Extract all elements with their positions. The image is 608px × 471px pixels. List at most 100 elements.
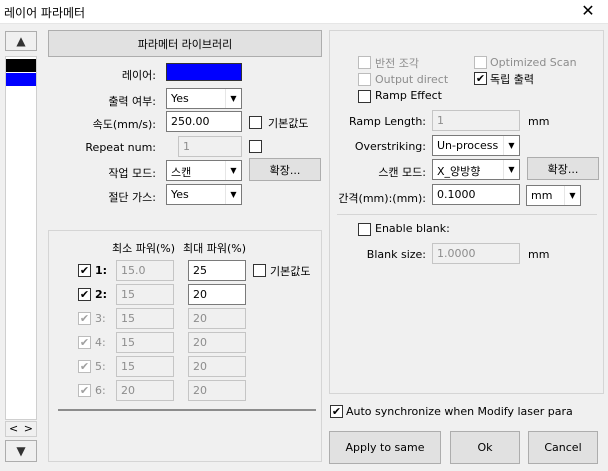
power-default-checkbox[interactable] xyxy=(253,264,266,277)
min-power-input[interactable]: 20 xyxy=(116,380,174,401)
chevron-down-icon: ▼ xyxy=(564,186,580,205)
max-power-input[interactable]: 20 xyxy=(188,284,246,305)
arrow-down-icon: ▼ xyxy=(16,444,26,458)
scan-expand-button[interactable]: 확장... xyxy=(527,157,599,180)
ramp-effect-label: Ramp Effect xyxy=(375,89,442,102)
close-icon[interactable]: ✕ xyxy=(578,1,598,21)
repeat-checkbox[interactable] xyxy=(249,140,262,153)
power-row-label: 6: xyxy=(95,384,106,397)
cancel-button[interactable]: Cancel xyxy=(528,431,598,464)
power-row-label: 4: xyxy=(95,336,106,349)
min-power-input[interactable]: 15 xyxy=(116,332,174,353)
scroll-right-icon[interactable]: > xyxy=(24,422,33,435)
auto-sync-checkbox[interactable]: ✔ xyxy=(330,405,343,418)
output-select[interactable]: Yes ▼ xyxy=(166,88,242,109)
gas-value: Yes xyxy=(171,188,189,201)
speed-default-checkbox[interactable] xyxy=(249,116,262,129)
ramp-length-unit: mm xyxy=(528,115,550,128)
chevron-down-icon: ▼ xyxy=(503,160,519,179)
repeat-input[interactable]: 1 xyxy=(178,136,242,157)
divider xyxy=(58,409,316,411)
scan-mode-label: 스캔 모드: xyxy=(378,166,426,179)
blank-size-unit: mm xyxy=(528,248,550,261)
parameter-library-button[interactable]: 파라메터 라이브러리 xyxy=(48,30,322,57)
independent-output-checkbox[interactable]: ✔ xyxy=(474,72,487,85)
output-label: 출력 여부: xyxy=(108,95,156,108)
ok-button[interactable]: Ok xyxy=(450,431,520,464)
optimized-scan-label: Optimized Scan xyxy=(490,56,577,69)
ramp-length-label: Ramp Length: xyxy=(349,115,426,128)
gas-select[interactable]: Yes ▼ xyxy=(166,184,242,205)
optimized-scan-checkbox[interactable] xyxy=(474,56,487,69)
power-row-label: 3: xyxy=(95,312,106,325)
overstriking-value: Un-process xyxy=(437,139,499,152)
enable-blank-checkbox[interactable] xyxy=(358,223,371,236)
ramp-effect-checkbox[interactable] xyxy=(358,90,371,103)
layer-color-swatch[interactable] xyxy=(166,63,242,81)
scroll-left-icon[interactable]: < xyxy=(9,422,18,435)
layer-swatch-black[interactable] xyxy=(6,59,36,72)
overstriking-label: Overstriking: xyxy=(354,140,426,153)
blank-size-input[interactable]: 1.0000 xyxy=(432,243,520,264)
window-title: 레이어 파라메터 xyxy=(4,6,86,20)
chevron-down-icon: ▼ xyxy=(225,161,241,180)
interval-label: 간격(mm):(mm): xyxy=(338,192,426,205)
max-power-header: 최대 파워(%) xyxy=(183,242,247,255)
title-bar: 레이어 파라메터 ✕ xyxy=(0,0,608,24)
output-value: Yes xyxy=(171,92,189,105)
horizontal-scrollbar[interactable]: < > xyxy=(5,421,37,437)
independent-output-label: 독립 출력 xyxy=(490,73,534,86)
power-row-checkbox[interactable]: ✔ xyxy=(78,336,91,349)
speed-input[interactable]: 250.00 xyxy=(166,111,242,132)
power-row-checkbox[interactable]: ✔ xyxy=(78,360,91,373)
gas-label: 절단 가스: xyxy=(108,191,156,204)
min-power-input[interactable]: 15 xyxy=(116,308,174,329)
scan-mode-select[interactable]: X_양방향 ▼ xyxy=(432,159,520,180)
scroll-down-button[interactable]: ▼ xyxy=(5,440,37,462)
max-power-input[interactable]: 20 xyxy=(188,332,246,353)
power-row-label: 1: xyxy=(95,264,108,277)
enable-blank-label: Enable blank: xyxy=(375,222,450,235)
layer-list[interactable] xyxy=(5,56,37,420)
max-power-input[interactable]: 20 xyxy=(188,308,246,329)
max-power-input[interactable]: 25 xyxy=(188,260,246,281)
work-mode-select[interactable]: 스캔 ▼ xyxy=(166,160,242,181)
min-power-input[interactable]: 15.0 xyxy=(116,260,174,281)
work-mode-value: 스캔 xyxy=(171,166,192,179)
power-row-label: 2: xyxy=(95,288,108,301)
power-row-checkbox[interactable]: ✔ xyxy=(78,264,91,277)
chevron-down-icon: ▼ xyxy=(503,136,519,155)
auto-sync-label: Auto synchronize when Modify laser para xyxy=(346,405,573,418)
max-power-input[interactable]: 20 xyxy=(188,380,246,401)
repeat-label: Repeat num: xyxy=(85,141,156,154)
min-power-input[interactable]: 15 xyxy=(116,356,174,377)
scroll-up-button[interactable]: ▲ xyxy=(5,31,37,51)
overstriking-select[interactable]: Un-process ▼ xyxy=(432,135,520,156)
chevron-down-icon: ▼ xyxy=(225,89,241,108)
scan-mode-value: X_양방향 xyxy=(437,165,481,178)
chevron-down-icon: ▼ xyxy=(225,185,241,204)
divider xyxy=(337,214,597,215)
mode-expand-button[interactable]: 확장... xyxy=(249,158,321,181)
arrow-up-icon: ▲ xyxy=(16,34,26,48)
min-power-input[interactable]: 15 xyxy=(116,284,174,305)
min-power-header: 최소 파워(%) xyxy=(112,242,176,255)
blank-size-label: Blank size: xyxy=(366,248,426,261)
power-row-checkbox[interactable]: ✔ xyxy=(78,312,91,325)
interval-unit-select[interactable]: mm ▼ xyxy=(526,185,581,206)
output-direct-label: Output direct xyxy=(375,73,449,86)
work-mode-label: 작업 모드: xyxy=(108,167,156,180)
power-row-checkbox[interactable]: ✔ xyxy=(78,384,91,397)
reverse-checkbox[interactable] xyxy=(358,56,371,69)
apply-to-same-button[interactable]: Apply to same xyxy=(329,431,441,464)
reverse-label: 반전 조각 xyxy=(375,57,419,70)
interval-input[interactable]: 0.1000 xyxy=(432,184,520,205)
speed-default-label: 기본값도 xyxy=(268,117,309,130)
max-power-input[interactable]: 20 xyxy=(188,356,246,377)
output-direct-checkbox[interactable] xyxy=(358,73,371,86)
power-default-label: 기본값도 xyxy=(270,265,311,278)
layer-swatch-blue[interactable] xyxy=(6,73,36,86)
speed-label: 속도(mm/s): xyxy=(92,118,156,131)
power-row-checkbox[interactable]: ✔ xyxy=(78,288,91,301)
ramp-length-input[interactable]: 1 xyxy=(432,110,520,131)
